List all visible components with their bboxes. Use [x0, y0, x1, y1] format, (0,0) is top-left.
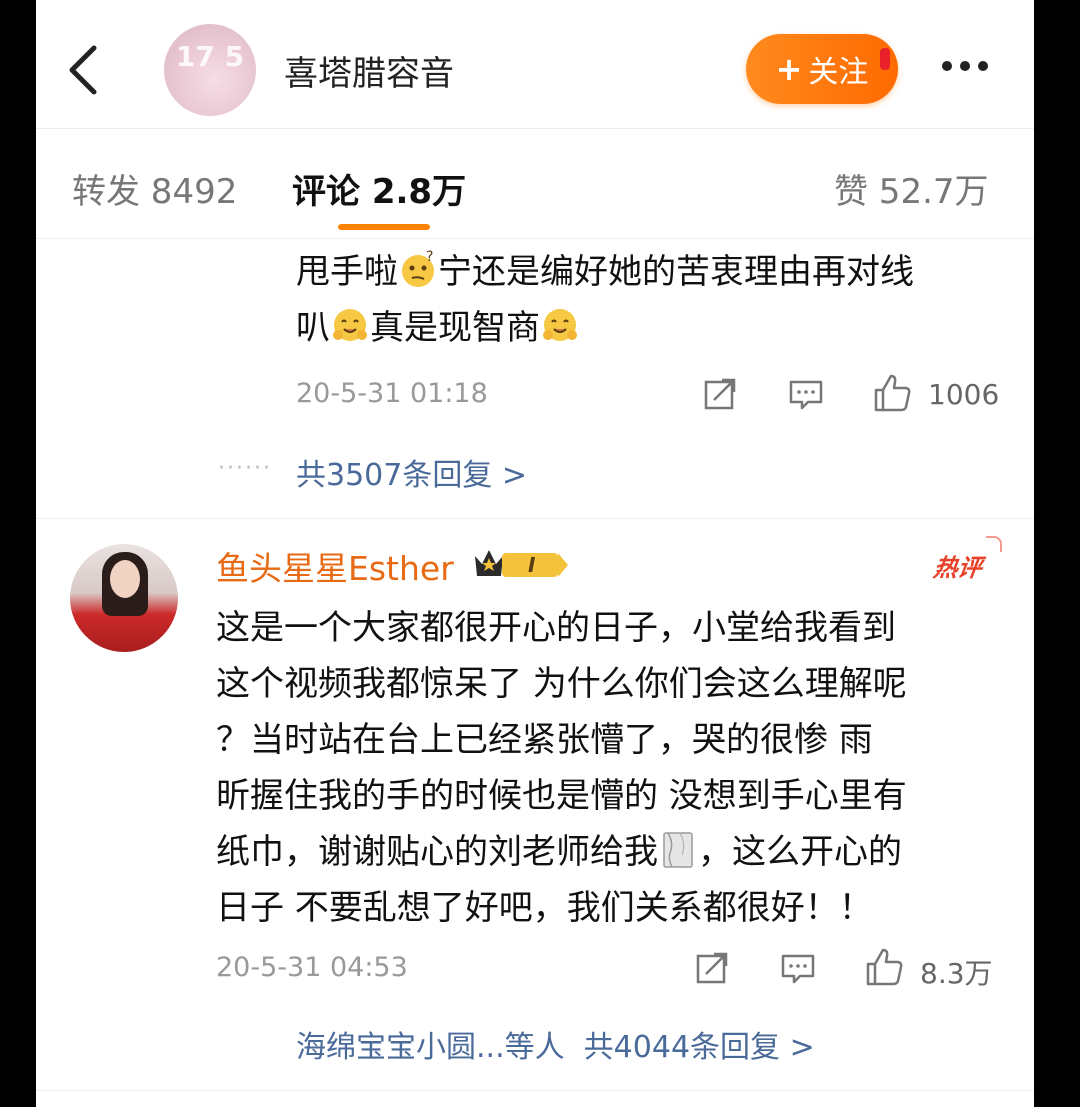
comment-1-time: 20-5-31 01:18: [296, 378, 488, 409]
follow-plus: +: [775, 50, 803, 88]
more-icon[interactable]: [942, 56, 998, 76]
author-avatar[interactable]: 17 5: [164, 24, 256, 116]
hot-tag-corner: [986, 536, 1002, 552]
reply-dots: ······: [218, 456, 272, 481]
divider: [36, 1090, 1034, 1091]
vip-crown-badge-icon[interactable]: I: [472, 544, 572, 584]
hug-emoji-icon: [543, 309, 577, 341]
active-tab-indicator: [338, 224, 430, 230]
svg-text:?: ?: [426, 249, 433, 265]
comment-1-text: 甩手啦? 宁还是编好她的苦衷理由再对线 叭真是现智商: [296, 249, 914, 348]
top-bar: 17 5 喜塔腊容音 + 关注: [36, 0, 1034, 129]
phone-screen: 17 5 喜塔腊容音 + 关注 转发 8492 评论 2.8万 赞 52.7万 …: [36, 0, 1034, 1107]
avatar-face: [110, 560, 140, 598]
like-icon[interactable]: [864, 946, 906, 988]
commenter-name[interactable]: 鱼头星星Esther: [216, 542, 454, 590]
follow-button[interactable]: + 关注: [746, 34, 898, 104]
share-icon[interactable]: [700, 374, 740, 414]
back-arrow-icon[interactable]: [60, 40, 110, 100]
comment-1-replies-link[interactable]: 共3507条回复 >: [296, 450, 527, 494]
divider: [36, 518, 1034, 519]
notification-dot: [880, 48, 890, 70]
commenter-avatar[interactable]: [70, 544, 178, 652]
tissue-emoji-icon: [663, 832, 693, 868]
author-name[interactable]: 喜塔腊容音: [284, 46, 454, 95]
share-icon[interactable]: [692, 948, 732, 988]
like-icon[interactable]: [872, 372, 914, 414]
thinking-emoji-icon: ?: [402, 249, 434, 287]
badge-level-text: I: [528, 553, 536, 577]
comment-icon[interactable]: [778, 948, 818, 988]
tab-likes[interactable]: 赞 52.7万: [834, 164, 989, 213]
tab-comments[interactable]: 评论 2.8万: [292, 164, 466, 213]
hot-comment-tag: 热评: [931, 554, 984, 582]
comment-2-text: 这是一个大家都很开心的日子，小堂给我看到 这个视频我都惊呆了 为什么你们会这么理…: [216, 608, 907, 928]
follow-label: 关注: [808, 55, 869, 90]
comment-2-like-count: 8.3万: [920, 957, 993, 990]
hug-emoji-icon: [333, 309, 367, 341]
avatar-overlay-text: 17 5: [175, 40, 245, 73]
comment-icon[interactable]: [786, 374, 826, 414]
comment-1-like-count: 1006: [928, 378, 1000, 411]
comment-2-replies-link[interactable]: 海绵宝宝小圆...等人 共4044条回复 >: [296, 1022, 815, 1066]
post-tabs: 转发 8492 评论 2.8万 赞 52.7万: [36, 128, 1034, 239]
comment-2-time: 20-5-31 04:53: [216, 952, 408, 983]
tab-reposts[interactable]: 转发 8492: [72, 164, 237, 213]
